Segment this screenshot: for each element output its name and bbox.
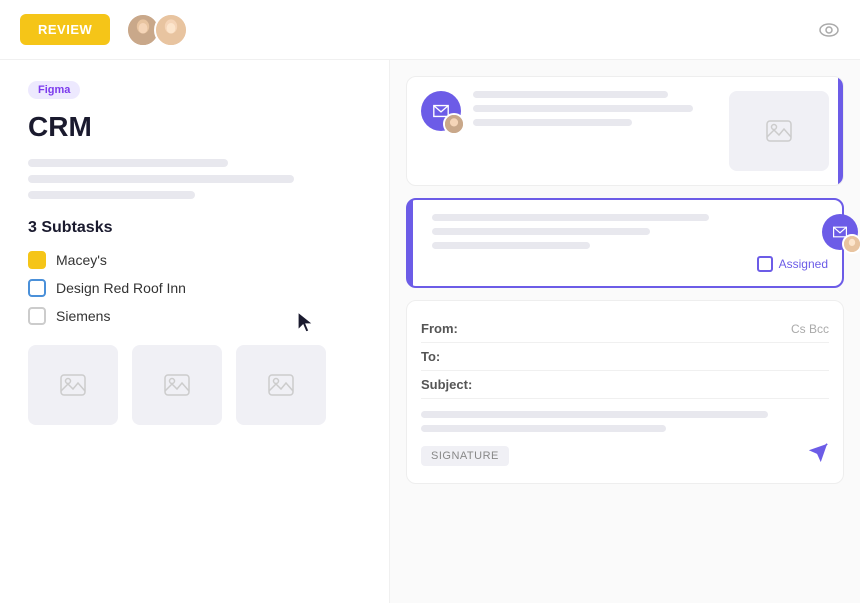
compose-body[interactable] (421, 411, 829, 432)
body-line-2 (421, 425, 666, 432)
subtask-label-maceys: Macey's (56, 252, 107, 268)
main-layout: Figma CRM 3 Subtasks Macey's Design Red … (0, 60, 860, 603)
card-accent-bar (838, 77, 843, 185)
compose-subject-label: Subject: (421, 377, 481, 392)
compose-subject-field: Subject: (421, 371, 829, 399)
subtask-checkbox-redroof[interactable] (28, 279, 46, 297)
email-line-3 (473, 119, 632, 126)
figma-badge: Figma (28, 81, 80, 99)
subtask-checkbox-siemens[interactable] (28, 307, 46, 325)
compose-cc-label: Cs Bcc (791, 322, 829, 336)
avatar-group (126, 13, 188, 47)
email-content-1 (473, 91, 717, 153)
email-line-1 (473, 91, 668, 98)
body-line-1 (421, 411, 768, 418)
image-thumb-2[interactable] (132, 345, 222, 425)
email-card-1[interactable] (406, 76, 844, 186)
email-avatar-1 (443, 113, 465, 135)
subtasks-heading: 3 Subtasks (28, 219, 361, 237)
send-icon[interactable] (807, 442, 829, 469)
subtask-list: Macey's Design Red Roof Inn Siemens (28, 251, 361, 325)
subtask-label-siemens: Siemens (56, 308, 110, 324)
compose-area[interactable]: From: Cs Bcc To: Subject: SIGNATURE (406, 300, 844, 484)
email-line-2 (473, 105, 693, 112)
description-lines (28, 159, 361, 199)
desc-line-3 (28, 191, 195, 199)
image-gallery (28, 345, 361, 425)
subtask-item-siemens[interactable]: Siemens (28, 307, 361, 325)
left-panel: Figma CRM 3 Subtasks Macey's Design Red … (0, 60, 390, 603)
assigned-row: Assigned (432, 256, 828, 272)
right-panel: Assigned From: Cs (390, 60, 860, 603)
eye-icon[interactable] (818, 19, 840, 41)
review-button[interactable]: REVIEW (20, 14, 110, 45)
avatar-2 (154, 13, 188, 47)
subtask-item-redroof[interactable]: Design Red Roof Inn (28, 279, 361, 297)
page-title: CRM (28, 111, 361, 143)
email-avatar-2 (842, 234, 860, 254)
email-card-2[interactable]: Assigned (406, 198, 844, 288)
compose-to-field: To: (421, 343, 829, 371)
compose-footer: SIGNATURE (421, 442, 829, 469)
image-thumb-1[interactable] (28, 345, 118, 425)
desc-line-1 (28, 159, 228, 167)
topbar: REVIEW (0, 0, 860, 60)
compose-from-label: From: (421, 321, 481, 336)
assigned-checkbox[interactable] (757, 256, 773, 272)
subtask-item-maceys[interactable]: Macey's (28, 251, 361, 269)
compose-to-label: To: (421, 349, 481, 364)
highlight-line-1 (432, 214, 709, 221)
subtask-label-redroof: Design Red Roof Inn (56, 280, 186, 296)
highlight-line-3 (432, 242, 590, 249)
highlight-line-2 (432, 228, 650, 235)
image-thumb-3[interactable] (236, 345, 326, 425)
subtask-checkbox-maceys[interactable] (28, 251, 46, 269)
desc-line-2 (28, 175, 294, 183)
assigned-label: Assigned (779, 257, 828, 271)
email-icon-2 (822, 214, 858, 250)
compose-from-field: From: Cs Bcc (421, 315, 829, 343)
email-image-1 (729, 91, 829, 171)
card-left-bar (408, 200, 413, 286)
signature-badge: SIGNATURE (421, 446, 509, 466)
email-highlight-inner: Assigned (422, 214, 828, 272)
email-icon-1 (421, 91, 461, 131)
